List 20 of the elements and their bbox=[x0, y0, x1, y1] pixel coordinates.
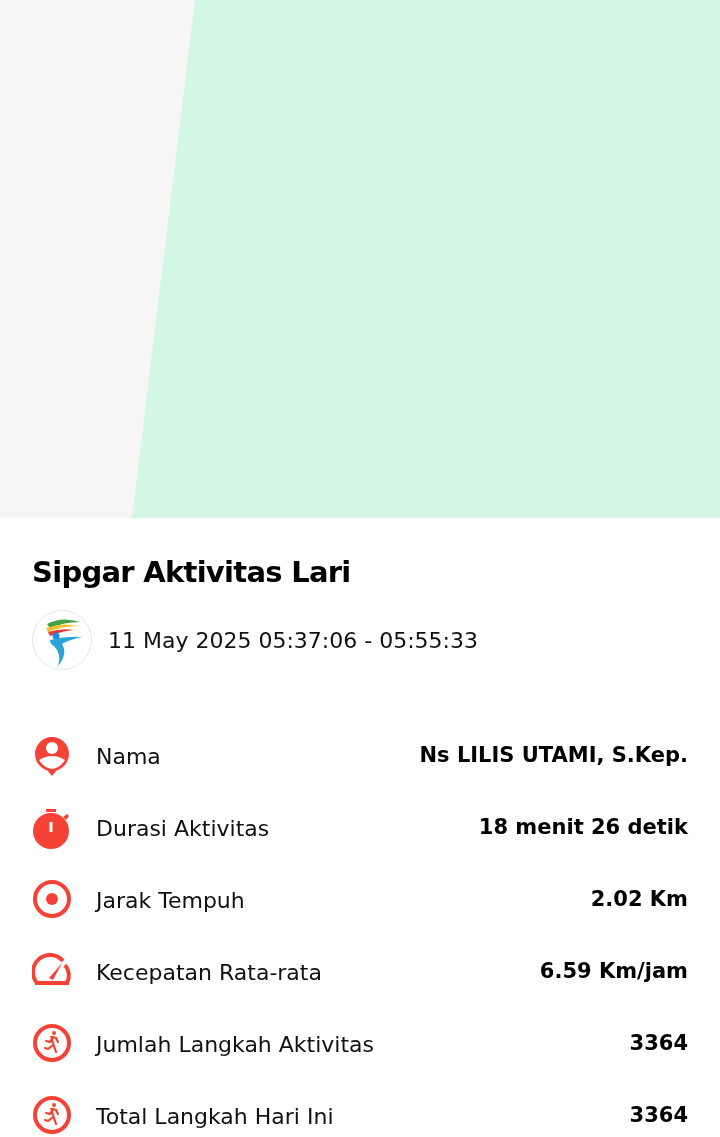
stat-value: 6.59 Km/jam bbox=[539, 958, 688, 986]
stat-value: Ns LILIS UTAMI, S.Kep. bbox=[419, 742, 688, 770]
target-icon bbox=[32, 879, 72, 921]
stopwatch-icon bbox=[32, 807, 72, 849]
person-pin-icon bbox=[32, 735, 72, 777]
stat-label: Jarak Tempuh bbox=[96, 886, 245, 915]
stat-value: 2.02 Km bbox=[590, 886, 688, 914]
activity-title: Sipgar Aktivitas Lari bbox=[32, 554, 352, 591]
stat-value: 3364 bbox=[629, 1102, 688, 1130]
stat-label: Total Langkah Hari Ini bbox=[96, 1102, 334, 1131]
stat-label: Kecepatan Rata-rata bbox=[96, 958, 322, 987]
stat-value: 18 menit 26 detik bbox=[478, 814, 688, 842]
runner-icon bbox=[32, 1095, 72, 1137]
stat-label: Nama bbox=[96, 742, 161, 771]
time-range: 11 May 2025 05:37:06 - 05:55:33 bbox=[108, 626, 478, 655]
runner-icon bbox=[32, 1023, 72, 1065]
stat-value: 3364 bbox=[629, 1030, 688, 1058]
stat-label: Jumlah Langkah Aktivitas bbox=[96, 1030, 375, 1059]
stat-label: Durasi Aktivitas bbox=[96, 814, 270, 843]
logo-icon bbox=[32, 610, 92, 670]
